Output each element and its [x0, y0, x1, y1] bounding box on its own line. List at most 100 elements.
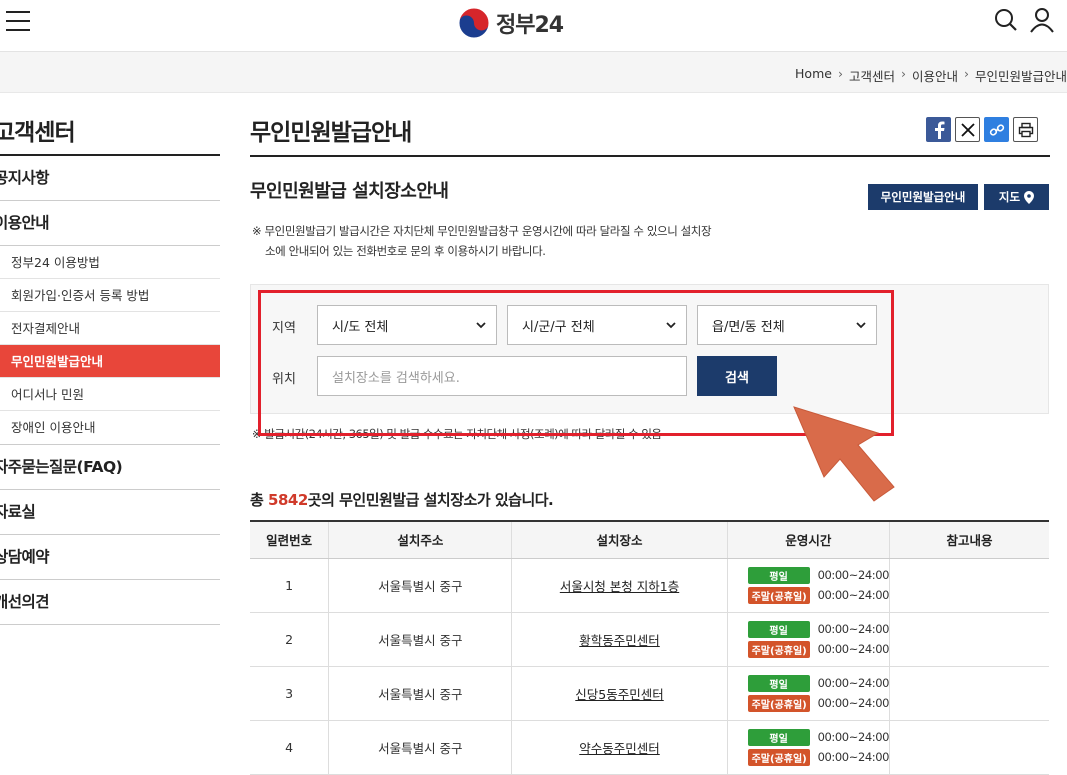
weekday-hours: 00:00~24:00	[817, 568, 890, 582]
place-link[interactable]: 신당5동주민센터	[575, 687, 663, 702]
sidebar-item-consult[interactable]: 상담예약	[0, 535, 220, 580]
weekday-badge: 평일	[747, 620, 810, 638]
cell-hours: 평일 00:00~24:00 주말(공휴일) 00:00~24:00	[727, 612, 891, 667]
sidebar-title: 고객센터	[0, 93, 220, 156]
cell-note	[889, 612, 1049, 667]
place-link[interactable]: 황학동주민센터	[579, 633, 660, 648]
cell-address: 서울특별시 중구	[328, 666, 513, 721]
weekend-hours: 00:00~24:00	[817, 588, 890, 602]
weekend-hours: 00:00~24:00	[817, 750, 890, 764]
cell-note	[889, 558, 1049, 613]
table-row: 1 서울특별시 중구 서울시청 본청 지하1층 평일 00:00~24:00 주말…	[250, 558, 1049, 613]
weekend-hours: 00:00~24:00	[817, 696, 890, 710]
breadcrumb-home[interactable]: Home	[795, 66, 832, 85]
link-copy-icon[interactable]	[984, 117, 1009, 142]
sidebar-item-archive[interactable]: 자료실	[0, 490, 220, 535]
cell-note	[889, 720, 1049, 775]
chevron-right-icon: ›	[963, 66, 969, 81]
cell-hours: 평일 00:00~24:00 주말(공휴일) 00:00~24:00	[727, 666, 891, 721]
weekday-hours: 00:00~24:00	[817, 676, 890, 690]
cell-address: 서울특별시 중구	[328, 558, 513, 613]
x-twitter-icon[interactable]	[955, 117, 980, 142]
header-place: 설치장소	[511, 521, 728, 559]
cell-serial: 3	[250, 666, 330, 721]
search-icon[interactable]	[993, 7, 1019, 33]
header-serial: 일련번호	[250, 521, 330, 559]
table-row: 4 서울특별시 중구 약수동주민센터 평일 00:00~24:00 주말(공휴일)…	[250, 720, 1049, 775]
cell-serial: 2	[250, 612, 330, 667]
sidebar-submenu: 정부24 이용방법 회원가입·인증서 등록 방법 전자결제안내 무인민원발급안내…	[0, 246, 220, 445]
share-buttons	[926, 117, 1038, 142]
weekday-hours: 00:00~24:00	[817, 730, 890, 744]
cell-place: 서울시청 본청 지하1층	[511, 558, 728, 613]
cell-hours: 평일 00:00~24:00 주말(공휴일) 00:00~24:00	[727, 558, 891, 613]
kiosk-table: 일련번호 설치주소 설치장소 운영시간 참고내용 1 서울특별시 중구 서울시청…	[250, 520, 1049, 775]
place-link[interactable]: 약수동주민센터	[579, 741, 660, 756]
sidebar-sub-payment[interactable]: 전자결제안내	[0, 312, 220, 345]
user-icon[interactable]	[1029, 7, 1055, 33]
top-bar: 정부24	[0, 0, 1067, 52]
result-count: 총 5842곳의 무인민원발급 설치장소가 있습니다.	[250, 489, 554, 510]
pointer-arrow-icon	[793, 406, 895, 502]
sidebar-item-notice[interactable]: 공지사항	[0, 156, 220, 201]
sidebar-sub-signup-cert[interactable]: 회원가입·인증서 등록 방법	[0, 279, 220, 312]
count-number: 5842	[268, 491, 308, 509]
weekend-hours: 00:00~24:00	[817, 642, 890, 656]
weekend-badge: 주말(공휴일)	[747, 586, 810, 604]
sidebar: 고객센터 공지사항 이용안내 정부24 이용방법 회원가입·인증서 등록 방법 …	[0, 93, 220, 625]
cell-place: 약수동주민센터	[511, 720, 728, 775]
chevron-right-icon: ›	[837, 66, 843, 81]
map-button-label: 지도	[998, 190, 1021, 204]
cell-hours: 평일 00:00~24:00 주말(공휴일) 00:00~24:00	[727, 720, 891, 775]
table-row: 3 서울특별시 중구 신당5동주민센터 평일 00:00~24:00 주말(공휴일…	[250, 666, 1049, 721]
taegeuk-icon	[458, 7, 490, 39]
notice-text: ※ 무인민원발급기 발급시간은 자치단체 무인민원발급창구 운영시간에 따라 달…	[252, 221, 752, 261]
sidebar-sub-disabled[interactable]: 장애인 이용안내	[0, 411, 220, 444]
table-row: 2 서울특별시 중구 황학동주민센터 평일 00:00~24:00 주말(공휴일)…	[250, 612, 1049, 667]
place-link[interactable]: 서울시청 본청 지하1층	[560, 579, 679, 594]
page-title: 무인민원발급안내	[250, 120, 412, 146]
notice-line-2: 소에 안내되어 있는 전화번호로 문의 후 이용하시기 바랍니다.	[265, 244, 546, 258]
cell-note	[889, 666, 1049, 721]
breadcrumb-usage-guide[interactable]: 이용안내	[912, 66, 958, 85]
weekday-badge: 평일	[747, 674, 810, 692]
weekday-badge: 평일	[747, 566, 810, 584]
sidebar-sub-kiosk[interactable]: 무인민원발급안내	[0, 345, 220, 378]
section-title: 무인민원발급 설치장소안내	[250, 181, 449, 202]
breadcrumb-current[interactable]: 무인민원발급안내	[975, 66, 1067, 85]
map-pin-icon	[1024, 190, 1035, 204]
cell-place: 황학동주민센터	[511, 612, 728, 667]
logo-text: 정부24	[496, 13, 564, 38]
cell-serial: 4	[250, 720, 330, 775]
sidebar-sub-gov24-usage[interactable]: 정부24 이용방법	[0, 246, 220, 279]
site-logo[interactable]: 정부24	[458, 7, 564, 39]
weekend-badge: 주말(공휴일)	[747, 640, 810, 658]
count-suffix: 곳의 무인민원발급 설치장소가 있습니다.	[307, 491, 554, 509]
title-divider	[250, 155, 1050, 157]
facebook-icon[interactable]	[926, 117, 951, 142]
count-prefix: 총	[250, 491, 269, 509]
sidebar-sub-anywhere[interactable]: 어디서나 민원	[0, 378, 220, 411]
menu-icon[interactable]	[6, 11, 30, 33]
weekend-badge: 주말(공휴일)	[747, 694, 810, 712]
sidebar-item-feedback[interactable]: 개선의견	[0, 580, 220, 625]
cell-address: 서울특별시 중구	[328, 720, 513, 775]
chevron-right-icon: ›	[900, 66, 906, 81]
kiosk-info-button[interactable]: 무인민원발급안내	[868, 184, 978, 210]
print-icon[interactable]	[1013, 117, 1038, 142]
breadcrumb-customer-center[interactable]: 고객센터	[849, 66, 895, 85]
breadcrumb-bar: Home › 고객센터 › 이용안내 › 무인민원발급안내	[0, 52, 1067, 93]
cell-place: 신당5동주민센터	[511, 666, 728, 721]
cell-serial: 1	[250, 558, 330, 613]
weekday-hours: 00:00~24:00	[817, 622, 890, 636]
weekday-badge: 평일	[747, 728, 810, 746]
sidebar-item-usage-guide[interactable]: 이용안내	[0, 201, 220, 246]
breadcrumb: Home › 고객센터 › 이용안내 › 무인민원발급안내	[795, 66, 1067, 85]
map-button[interactable]: 지도	[984, 184, 1049, 210]
table-header-row: 일련번호 설치주소 설치장소 운영시간 참고내용	[250, 521, 1049, 559]
header-note: 참고내용	[889, 521, 1049, 559]
sidebar-item-faq[interactable]: 자주묻는질문(FAQ)	[0, 445, 220, 490]
header-address: 설치주소	[328, 521, 513, 559]
weekend-badge: 주말(공휴일)	[747, 748, 810, 766]
cell-address: 서울특별시 중구	[328, 612, 513, 667]
